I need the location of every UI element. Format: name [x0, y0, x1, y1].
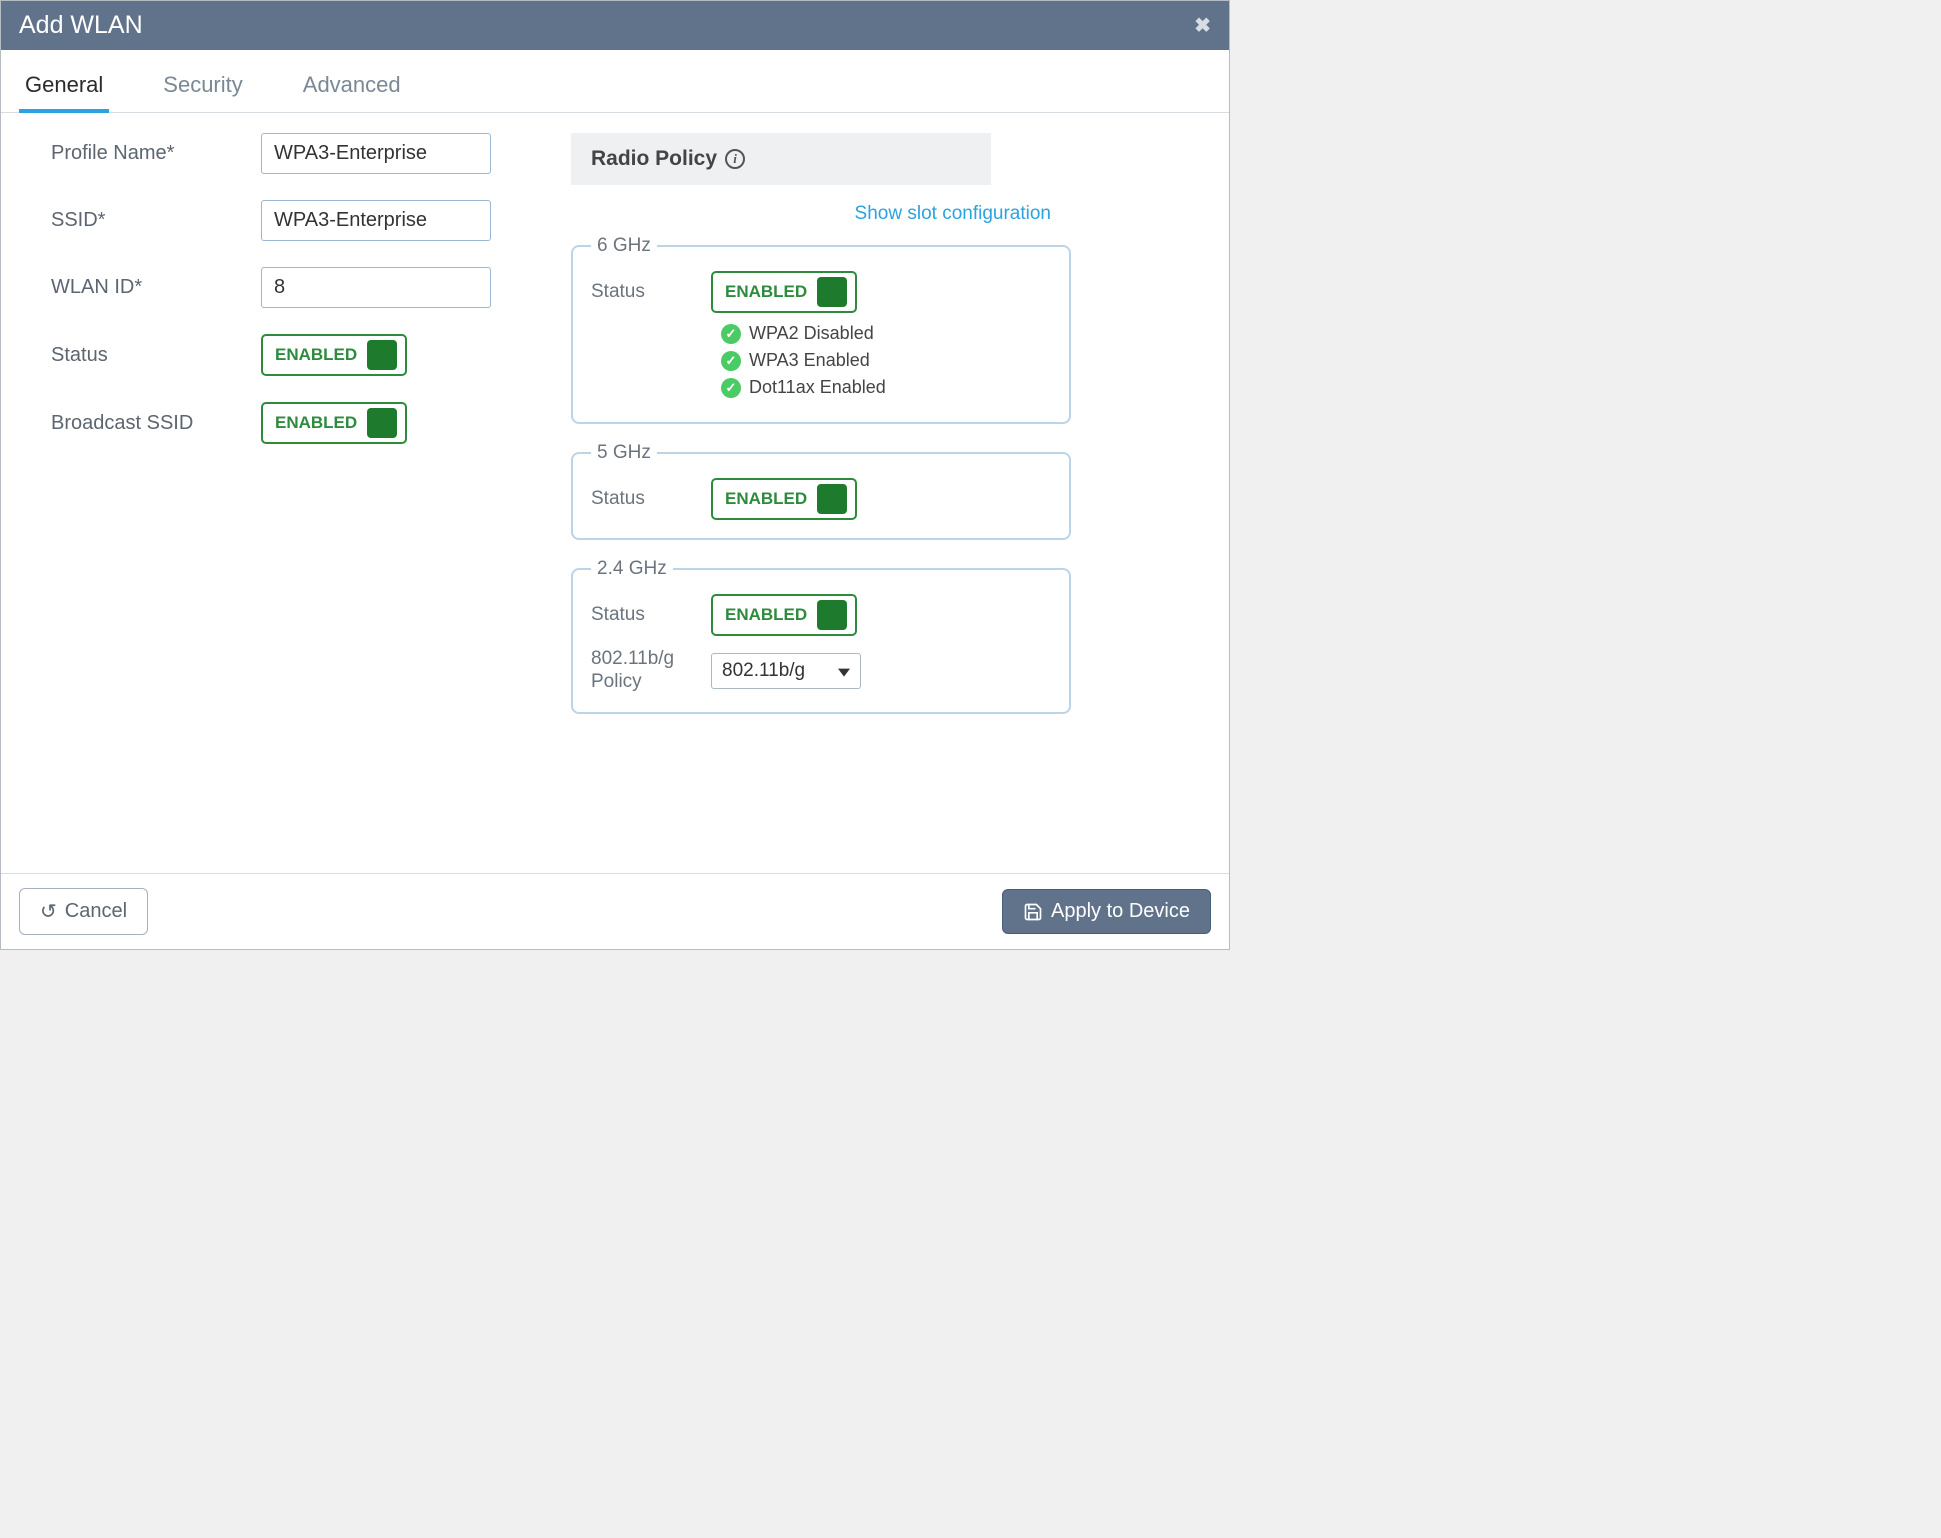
save-icon [1023, 902, 1043, 922]
apply-to-device-button[interactable]: Apply to Device [1002, 889, 1211, 934]
band-5ghz-group: 5 GHz Status ENABLED [571, 442, 1071, 540]
tab-security[interactable]: Security [157, 62, 248, 112]
profile-name-input[interactable] [261, 133, 491, 174]
toggle-knob-icon [367, 408, 397, 438]
band-6ghz-status-label: Status [591, 281, 711, 303]
band-24ghz-status-label: Status [591, 604, 711, 626]
add-wlan-dialog: Add WLAN ✖ General Security Advanced Pro… [0, 0, 1230, 950]
band-24ghz-policy-label: 802.11b/g Policy [591, 648, 711, 694]
checkmark-icon: ✓ [721, 378, 741, 398]
broadcast-toggle-text: ENABLED [275, 413, 357, 433]
check-dot11ax-enabled: ✓ Dot11ax Enabled [721, 377, 1051, 398]
band-24ghz-policy-select[interactable]: 802.11b/g [711, 653, 861, 689]
status-toggle-text: ENABLED [275, 345, 357, 365]
band-24ghz-legend: 2.4 GHz [591, 558, 673, 580]
tab-bar: General Security Advanced [1, 62, 1229, 113]
band-6ghz-group: 6 GHz Status ENABLED ✓ WPA2 Disabled ✓ [571, 235, 1071, 424]
tab-general[interactable]: General [19, 62, 109, 112]
band-5ghz-status-toggle[interactable]: ENABLED [711, 478, 857, 520]
info-icon[interactable]: i [725, 149, 745, 169]
band-24ghz-policy-value: 802.11b/g [722, 660, 805, 681]
apply-button-label: Apply to Device [1051, 900, 1190, 923]
tab-content-general: Profile Name* SSID* WLAN ID* Status ENAB… [1, 113, 1229, 873]
band-5ghz-legend: 5 GHz [591, 442, 657, 464]
band-24ghz-status-toggle[interactable]: ENABLED [711, 594, 857, 636]
band-6ghz-legend: 6 GHz [591, 235, 657, 257]
band-6ghz-checklist: ✓ WPA2 Disabled ✓ WPA3 Enabled ✓ Dot11ax… [721, 323, 1051, 398]
status-label: Status [51, 344, 261, 367]
close-icon[interactable]: ✖ [1194, 13, 1211, 38]
check-wpa2-disabled: ✓ WPA2 Disabled [721, 323, 1051, 344]
profile-name-label: Profile Name* [51, 142, 261, 165]
radio-policy-panel: Radio Policy i Show slot configuration 6… [571, 133, 1071, 853]
wlan-id-input[interactable] [261, 267, 491, 308]
tab-advanced[interactable]: Advanced [297, 62, 407, 112]
wlan-id-label: WLAN ID* [51, 276, 261, 299]
check-wpa3-enabled: ✓ WPA3 Enabled [721, 350, 1051, 371]
toggle-knob-icon [817, 277, 847, 307]
ssid-label: SSID* [51, 209, 261, 232]
cancel-button[interactable]: Cancel [19, 888, 148, 935]
toggle-knob-icon [817, 600, 847, 630]
band-6ghz-toggle-text: ENABLED [725, 282, 807, 302]
broadcast-ssid-toggle[interactable]: ENABLED [261, 402, 407, 444]
band-5ghz-status-label: Status [591, 488, 711, 510]
toggle-knob-icon [817, 484, 847, 514]
dialog-title: Add WLAN [19, 11, 143, 40]
broadcast-ssid-label: Broadcast SSID [51, 412, 261, 435]
checkmark-icon: ✓ [721, 351, 741, 371]
dialog-footer: Cancel Apply to Device [1, 873, 1229, 949]
show-slot-config-link[interactable]: Show slot configuration [571, 203, 1051, 225]
radio-policy-header: Radio Policy i [571, 133, 991, 185]
status-toggle[interactable]: ENABLED [261, 334, 407, 376]
cancel-button-label: Cancel [65, 900, 127, 923]
checkmark-icon: ✓ [721, 324, 741, 344]
band-24ghz-group: 2.4 GHz Status ENABLED 802.11b/g Policy … [571, 558, 1071, 714]
general-form: Profile Name* SSID* WLAN ID* Status ENAB… [51, 133, 491, 853]
radio-policy-title: Radio Policy [591, 147, 717, 171]
band-24ghz-toggle-text: ENABLED [725, 605, 807, 625]
dialog-header: Add WLAN ✖ [1, 1, 1229, 50]
band-5ghz-toggle-text: ENABLED [725, 489, 807, 509]
band-6ghz-status-toggle[interactable]: ENABLED [711, 271, 857, 313]
toggle-knob-icon [367, 340, 397, 370]
ssid-input[interactable] [261, 200, 491, 241]
undo-icon [40, 899, 57, 924]
